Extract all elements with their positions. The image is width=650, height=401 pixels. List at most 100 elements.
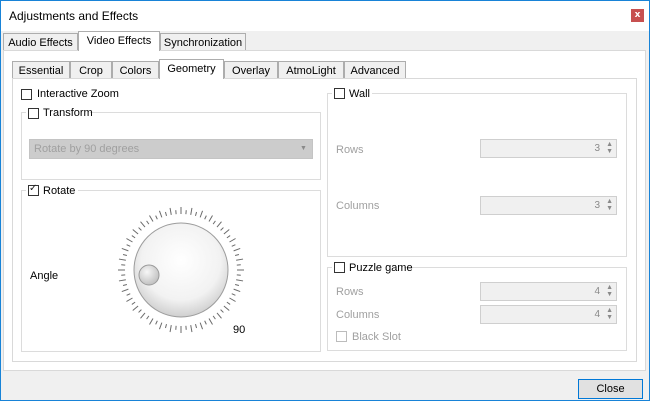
dial-tick xyxy=(220,309,224,313)
dial-tick xyxy=(169,207,172,215)
dial-tick xyxy=(155,320,158,325)
puzzle-rows-spinbox[interactable]: 4 ▲ ▼ xyxy=(480,282,617,301)
tab-essential[interactable]: Essential xyxy=(12,61,70,79)
dial-tick xyxy=(138,309,142,313)
wall-rows-label: Rows xyxy=(336,144,364,156)
spin-arrows-icon[interactable]: ▲ ▼ xyxy=(606,284,613,298)
black-slot-label: Black Slot xyxy=(352,331,401,343)
tab-audio-effects[interactable]: Audio Effects xyxy=(3,33,78,51)
wall-rows-spinbox[interactable]: 3 ▲ ▼ xyxy=(480,139,617,158)
dial-tick xyxy=(149,215,154,222)
dial-tick xyxy=(234,253,240,256)
dial-tick xyxy=(212,220,216,225)
spin-arrows-icon[interactable]: ▲ ▼ xyxy=(606,198,613,212)
transform-label: Transform xyxy=(43,107,93,119)
transform-select[interactable]: Rotate by 90 degrees ▼ xyxy=(29,139,313,159)
window-title: Adjustments and Effects xyxy=(9,9,139,23)
tab-synchronization[interactable]: Synchronization xyxy=(160,33,246,51)
puzzle-columns-value: 4 xyxy=(594,309,600,320)
wall-columns-value: 3 xyxy=(594,200,600,211)
transform-select-value: Rotate by 90 degrees xyxy=(34,143,140,155)
dial-tick xyxy=(122,253,128,256)
close-icon[interactable]: x xyxy=(631,9,644,22)
dial-tick xyxy=(204,215,207,220)
dial-tick xyxy=(208,215,213,222)
dial-tick xyxy=(118,279,126,282)
dial-tick xyxy=(216,221,222,228)
rotate-label: Rotate xyxy=(43,185,76,197)
dial-tick xyxy=(126,244,131,247)
interactive-zoom-label: Interactive Zoom xyxy=(37,88,119,100)
dial-tick xyxy=(220,227,224,231)
puzzle-rows-value: 4 xyxy=(594,286,600,297)
spin-arrows-icon[interactable]: ▲ ▼ xyxy=(606,307,613,321)
dial-tick xyxy=(236,258,244,261)
tab-atmolight[interactable]: AtmoLight xyxy=(278,61,344,79)
dial-tick xyxy=(199,210,204,218)
interactive-zoom-checkbox[interactable] xyxy=(21,89,32,100)
tab-colors[interactable]: Colors xyxy=(112,61,159,79)
puzzle-label: Puzzle game xyxy=(349,262,413,274)
dial-handle[interactable] xyxy=(138,264,160,286)
tab-crop[interactable]: Crop xyxy=(70,61,112,79)
spin-arrows-icon[interactable]: ▲ ▼ xyxy=(606,141,613,155)
dial-tick xyxy=(158,210,163,218)
rotate-dial[interactable] xyxy=(116,205,246,335)
dial-tick xyxy=(204,320,207,325)
dial-tick xyxy=(199,322,204,330)
dial-tick xyxy=(122,284,128,287)
wall-columns-spinbox[interactable]: 3 ▲ ▼ xyxy=(480,196,617,215)
dial-tick xyxy=(212,315,216,320)
puzzle-columns-spinbox[interactable]: 4 ▲ ▼ xyxy=(480,305,617,324)
dial-tick xyxy=(149,318,154,325)
dial-tick xyxy=(208,318,213,325)
dial-tick xyxy=(126,238,133,243)
adjustments-window: Adjustments and Effects x Audio Effects … xyxy=(0,0,650,401)
dial-tick xyxy=(158,322,163,330)
dial-tick xyxy=(169,325,172,333)
dial-tick xyxy=(132,305,139,311)
dial-tick xyxy=(146,315,150,320)
dial-tick xyxy=(226,301,231,305)
tab-overlay[interactable]: Overlay xyxy=(224,61,278,79)
dial-tick xyxy=(233,288,241,293)
dial-tick xyxy=(131,301,136,305)
wall-checkbox[interactable] xyxy=(334,88,345,99)
dial-tick xyxy=(121,247,129,252)
dial-tick xyxy=(190,325,193,333)
dial-tick xyxy=(223,305,230,311)
puzzle-rows-label: Rows xyxy=(336,286,364,298)
dial-tick xyxy=(216,312,222,319)
dial-tick xyxy=(118,258,126,261)
transform-checkbox[interactable] xyxy=(28,108,39,119)
checkmark-icon: ✓ xyxy=(29,183,38,194)
dial-tick xyxy=(131,235,136,239)
chevron-down-icon: ▼ xyxy=(300,145,307,152)
dial-tick xyxy=(231,244,236,247)
tab-video-effects[interactable]: Video Effects xyxy=(78,31,160,51)
dial-tick xyxy=(121,288,129,293)
puzzle-checkbox[interactable] xyxy=(334,262,345,273)
dial-tick xyxy=(138,227,142,231)
dial-tick xyxy=(126,297,133,302)
dial-tick xyxy=(229,238,236,243)
tab-geometry[interactable]: Geometry xyxy=(159,59,224,79)
wall-label: Wall xyxy=(349,88,370,100)
dial-tick xyxy=(164,211,167,217)
dial-tick xyxy=(231,293,236,296)
dial-tick xyxy=(126,293,131,296)
title-bar[interactable]: Adjustments and Effects x xyxy=(1,1,649,31)
dial-tick xyxy=(190,207,193,215)
dial-tick xyxy=(236,279,244,282)
wall-rows-value: 3 xyxy=(594,143,600,154)
rotate-checkbox[interactable]: ✓ xyxy=(28,183,39,196)
dial-tick xyxy=(195,323,198,329)
black-slot-checkbox[interactable] xyxy=(336,331,347,342)
tab-advanced[interactable]: Advanced xyxy=(344,61,406,79)
close-button[interactable]: Close xyxy=(578,379,643,399)
dial-tick xyxy=(146,220,150,225)
wall-columns-label: Columns xyxy=(336,200,380,212)
dial-tick xyxy=(140,312,146,319)
dial-tick xyxy=(229,297,236,302)
dial-tick xyxy=(155,215,158,220)
